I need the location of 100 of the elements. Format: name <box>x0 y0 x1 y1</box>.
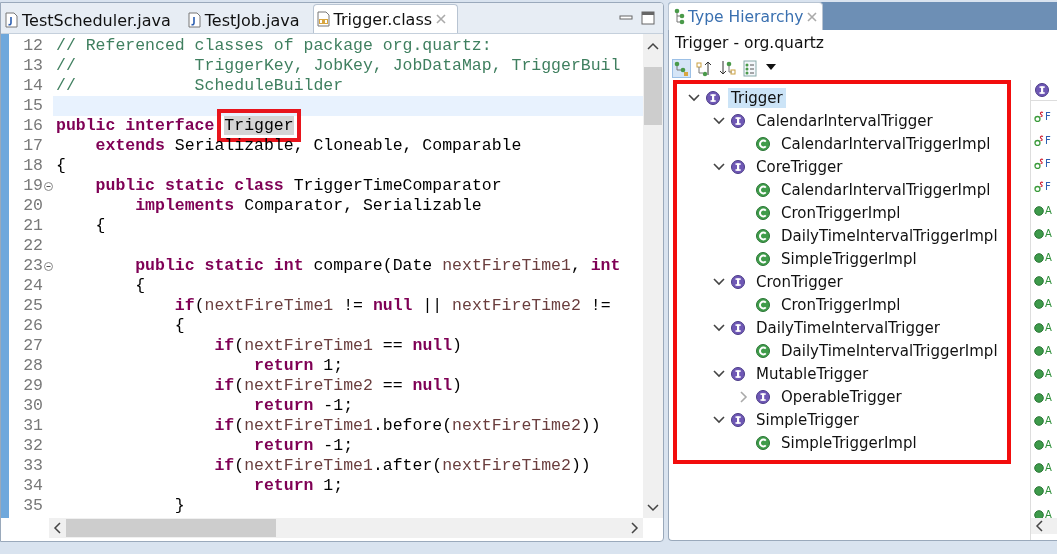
tree-item[interactable]: CalendarIntervalTriggerImpl <box>778 133 994 154</box>
class-icon <box>756 228 770 243</box>
tree-item[interactable]: DailyTimeIntervalTriggerImpl <box>778 340 1001 361</box>
member-item[interactable]: A <box>1045 345 1052 357</box>
method-icon <box>1034 508 1044 520</box>
member-item[interactable]: A <box>1045 508 1052 520</box>
member-item[interactable]: A <box>1045 368 1052 380</box>
class-icon <box>756 205 770 220</box>
line-number: 23 <box>23 256 43 276</box>
expand-chevron-icon[interactable] <box>712 369 725 378</box>
method-icon <box>1034 298 1044 310</box>
tree-item[interactable]: CronTriggerImpl <box>778 202 904 223</box>
code-line: return 1; <box>253 476 344 496</box>
type-hierarchy-icon[interactable] <box>673 59 690 77</box>
scroll-up-icon <box>646 42 660 51</box>
expand-chevron-icon[interactable] <box>712 116 725 125</box>
editor-tab[interactable]: TestScheduler.java <box>1 6 182 33</box>
class-icon <box>756 136 770 151</box>
tree-item[interactable]: SimpleTriggerImpl <box>778 248 920 269</box>
line-number: 21 <box>23 216 43 236</box>
member-item[interactable]: A <box>1045 391 1052 403</box>
maximize-icon[interactable] <box>641 11 655 25</box>
member-item[interactable]: F <box>1045 111 1051 123</box>
line-number: 25 <box>23 296 43 316</box>
line-number: 15 <box>23 96 43 116</box>
list-icon[interactable] <box>742 59 759 77</box>
member-item[interactable]: A <box>1045 438 1052 450</box>
method-icon <box>1034 485 1044 497</box>
expand-chevron-icon[interactable] <box>712 162 725 171</box>
scrollbar-thumb[interactable] <box>644 67 662 125</box>
class-icon <box>756 435 770 450</box>
hierarchy-title: Trigger - org.quartz <box>675 34 824 52</box>
interface-icon <box>731 366 745 381</box>
editor-tab[interactable]: TestJob.java <box>183 6 311 33</box>
code-line: // ScheduleBuilder <box>55 76 344 96</box>
tree-item[interactable]: Trigger <box>728 87 786 108</box>
member-item[interactable]: F <box>1045 157 1051 169</box>
expand-chevron-icon[interactable] <box>712 415 725 424</box>
class-icon <box>756 343 770 358</box>
member-item[interactable]: A <box>1045 321 1052 333</box>
tree-item[interactable]: CronTriggerImpl <box>778 294 904 315</box>
subtype-icon[interactable] <box>719 59 736 77</box>
code-line: public static class TriggerTimeComparator <box>94 176 502 196</box>
hierarchy-icon <box>673 8 685 25</box>
method-icon <box>1034 438 1044 450</box>
expand-chevron-icon[interactable] <box>687 93 700 102</box>
line-number: 29 <box>23 376 43 396</box>
code-line: if(nextFireTime1.after(nextFireTime2)) <box>213 456 591 476</box>
tree-item[interactable]: DailyTimeIntervalTriggerImpl <box>778 225 1001 246</box>
member-item[interactable]: A <box>1045 485 1052 497</box>
method-icon <box>1034 204 1044 216</box>
member-item[interactable]: A <box>1045 204 1052 216</box>
scroll-right-icon <box>630 521 639 535</box>
line-number: 12 <box>23 36 43 56</box>
method-icon <box>1034 368 1044 380</box>
member-item[interactable]: A <box>1045 251 1052 263</box>
code-line: { <box>94 216 106 236</box>
method-icon <box>1034 391 1044 403</box>
tree-item[interactable]: SimpleTrigger <box>753 409 862 430</box>
code-line: } <box>173 496 185 516</box>
line-number: 27 <box>23 336 43 356</box>
scroll-left-icon <box>53 521 62 535</box>
tree-item[interactable]: CoreTrigger <box>753 156 846 177</box>
editor-tab[interactable]: Trigger.class <box>312 4 459 33</box>
line-number: 20 <box>23 196 43 216</box>
collapse-icon[interactable] <box>44 261 53 271</box>
collapse-icon[interactable] <box>44 181 53 191</box>
tree-item[interactable]: MutableTrigger <box>753 363 872 384</box>
tree-item[interactable]: CalendarIntervalTriggerImpl <box>778 179 994 200</box>
interface-icon <box>731 274 745 289</box>
code-line: return -1; <box>253 396 354 416</box>
expand-chevron-icon[interactable] <box>712 323 725 332</box>
code-line: implements Comparator, Serializable <box>134 196 482 216</box>
expand-chevron-icon[interactable] <box>712 277 725 286</box>
code-line: if(nextFireTime1 == null) <box>213 336 462 356</box>
member-item[interactable]: A <box>1045 298 1052 310</box>
member-item[interactable]: A <box>1045 462 1052 474</box>
view-tab[interactable]: Type Hierarchy <box>668 2 824 30</box>
member-item[interactable]: A <box>1045 274 1052 286</box>
method-icon <box>1034 228 1044 240</box>
tree-item[interactable]: OperableTrigger <box>778 386 905 407</box>
line-number: 26 <box>23 316 43 336</box>
tree-item[interactable]: SimpleTriggerImpl <box>778 432 920 453</box>
interface-icon <box>706 90 720 105</box>
member-item[interactable]: A <box>1045 415 1052 427</box>
tree-item[interactable]: CronTrigger <box>753 271 846 292</box>
supertype-icon[interactable] <box>696 59 713 77</box>
class-icon <box>756 251 770 266</box>
class-icon <box>756 297 770 312</box>
code-line: // Referenced classes of package org.quartz: <box>55 36 492 56</box>
code-line: public static int compare(Date nextFireTime1, int <box>134 256 621 276</box>
tree-item[interactable]: DailyTimeIntervalTrigger <box>753 317 943 338</box>
member-item[interactable]: F <box>1045 134 1051 146</box>
static-field-icon <box>1034 181 1044 193</box>
member-item[interactable]: F <box>1045 181 1051 193</box>
member-item[interactable]: A <box>1045 228 1052 240</box>
code-line: { <box>55 156 66 176</box>
tree-item[interactable]: CalendarIntervalTrigger <box>753 110 936 131</box>
method-icon <box>1034 251 1044 263</box>
scrollbar-thumb[interactable] <box>66 519 276 537</box>
